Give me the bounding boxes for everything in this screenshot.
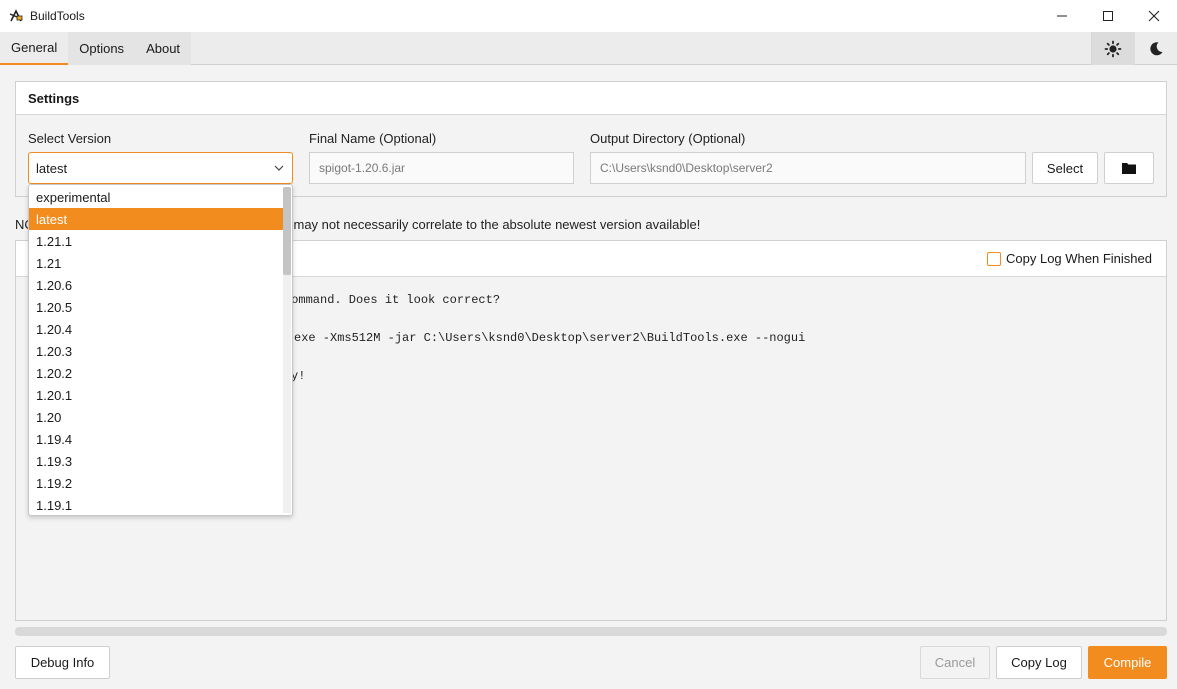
version-dropdown-list: experimental latest 1.21.1 1.21 1.20.6 1… bbox=[28, 184, 293, 516]
light-theme-button[interactable] bbox=[1092, 32, 1135, 65]
version-option-label: 1.21.1 bbox=[36, 233, 73, 249]
select-directory-label: Select bbox=[1046, 160, 1084, 176]
cancel-button[interactable]: Cancel bbox=[920, 646, 990, 679]
folder-icon bbox=[1122, 163, 1136, 174]
final-name-placeholder: spigot-1.20.6.jar bbox=[319, 161, 406, 175]
version-option-label: 1.20.2 bbox=[36, 365, 73, 381]
log-line: command. Does it look correct? bbox=[284, 293, 501, 307]
chevron-down-icon bbox=[274, 165, 284, 171]
version-select[interactable]: latest bbox=[28, 152, 293, 184]
minimize-icon bbox=[1057, 15, 1067, 17]
copy-log-label: Copy Log bbox=[1011, 655, 1067, 670]
select-directory-button[interactable]: Select bbox=[1032, 152, 1098, 184]
final-name-input[interactable]: spigot-1.20.6.jar bbox=[309, 152, 574, 184]
version-option[interactable]: 1.19.1 bbox=[29, 494, 283, 515]
moon-icon bbox=[1150, 41, 1163, 55]
select-version-label: Select Version bbox=[28, 131, 112, 146]
version-option-label: 1.20.3 bbox=[36, 343, 73, 359]
tab-list: General Options About bbox=[0, 32, 192, 65]
tab-general-label: General bbox=[11, 40, 58, 55]
output-directory-value: C:\Users\ksnd0\Desktop\server2 bbox=[600, 161, 773, 175]
copy-log-when-finished-toggle[interactable]: Copy Log When Finished bbox=[987, 251, 1152, 266]
minimize-button[interactable] bbox=[1039, 0, 1085, 32]
version-option-label: 1.19.4 bbox=[36, 431, 73, 447]
settings-title: Settings bbox=[16, 82, 1166, 115]
debug-info-button[interactable]: Debug Info bbox=[15, 646, 110, 679]
version-option[interactable]: 1.20.4 bbox=[29, 318, 283, 340]
debug-info-label: Debug Info bbox=[30, 655, 95, 670]
compile-label: Compile bbox=[1103, 655, 1152, 670]
dropdown-scrollbar[interactable] bbox=[283, 187, 291, 513]
version-note-text: may not necessarily correlate to the abs… bbox=[293, 217, 701, 232]
sun-icon bbox=[1104, 40, 1122, 57]
window-controls bbox=[1039, 0, 1177, 32]
version-option-label: 1.19.2 bbox=[36, 475, 73, 491]
log-line: y! bbox=[291, 369, 306, 383]
maximize-button[interactable] bbox=[1085, 0, 1131, 32]
close-button[interactable] bbox=[1131, 0, 1177, 32]
log-line: exe -Xms512M -jar C:\Users\ksnd0\Desktop… bbox=[294, 331, 806, 345]
cancel-label: Cancel bbox=[934, 655, 976, 670]
version-option-label: experimental bbox=[36, 189, 111, 205]
version-option-label: 1.19.1 bbox=[36, 497, 73, 513]
browse-folder-button[interactable] bbox=[1104, 152, 1154, 184]
version-option[interactable]: 1.20.1 bbox=[29, 384, 283, 406]
version-option-label: 1.20.4 bbox=[36, 321, 73, 337]
version-option-selected[interactable]: latest bbox=[29, 208, 283, 230]
title-bar: BuildTools bbox=[0, 0, 1177, 32]
tab-bar: General Options About bbox=[0, 32, 1177, 65]
version-option[interactable]: 1.20.3 bbox=[29, 340, 283, 362]
version-option[interactable]: 1.20 bbox=[29, 406, 283, 428]
window-title: BuildTools bbox=[30, 9, 85, 23]
version-option-label: 1.19.3 bbox=[36, 453, 73, 469]
version-option[interactable]: 1.20.2 bbox=[29, 362, 283, 384]
tab-options[interactable]: Options bbox=[68, 32, 135, 65]
version-option-label: latest bbox=[36, 211, 68, 227]
final-name-label: Final Name (Optional) bbox=[309, 131, 437, 146]
version-option-label: 1.20.6 bbox=[36, 277, 73, 293]
dropdown-scrollbar-thumb[interactable] bbox=[283, 187, 291, 275]
version-option[interactable]: 1.19.3 bbox=[29, 450, 283, 472]
version-option[interactable]: 1.19.4 bbox=[29, 428, 283, 450]
version-option-label: 1.20.5 bbox=[36, 299, 73, 315]
version-option-label: 1.21 bbox=[36, 255, 62, 271]
settings-panel: Settings Select Version latest Final Nam… bbox=[15, 81, 1167, 197]
theme-toggle bbox=[1091, 32, 1177, 65]
output-directory-input[interactable]: C:\Users\ksnd0\Desktop\server2 bbox=[590, 152, 1026, 184]
version-select-value: latest bbox=[36, 160, 68, 176]
version-option[interactable]: 1.21 bbox=[29, 252, 283, 274]
version-option[interactable]: 1.21.1 bbox=[29, 230, 283, 252]
version-option-label: 1.20.1 bbox=[36, 387, 73, 403]
tab-about[interactable]: About bbox=[135, 32, 191, 65]
tab-about-label: About bbox=[146, 41, 181, 56]
tab-options-label: Options bbox=[79, 41, 125, 56]
dark-theme-button[interactable] bbox=[1135, 32, 1177, 65]
version-option[interactable]: 1.20.6 bbox=[29, 274, 283, 296]
maximize-icon bbox=[1103, 11, 1113, 21]
version-option[interactable]: experimental bbox=[29, 186, 283, 208]
version-option[interactable]: 1.20.5 bbox=[29, 296, 283, 318]
version-option[interactable]: 1.19.2 bbox=[29, 472, 283, 494]
close-icon bbox=[1148, 10, 1160, 22]
copy-log-checkbox[interactable] bbox=[987, 251, 1002, 266]
buildtools-logo-icon bbox=[8, 8, 24, 24]
version-option-label: 1.20 bbox=[36, 409, 62, 425]
copy-log-button[interactable]: Copy Log bbox=[996, 646, 1082, 679]
compile-button[interactable]: Compile bbox=[1088, 646, 1167, 679]
output-directory-label: Output Directory (Optional) bbox=[590, 131, 746, 146]
copy-log-when-finished-label: Copy Log When Finished bbox=[1006, 251, 1152, 266]
tab-general[interactable]: General bbox=[0, 32, 69, 65]
progress-bar bbox=[15, 627, 1167, 636]
